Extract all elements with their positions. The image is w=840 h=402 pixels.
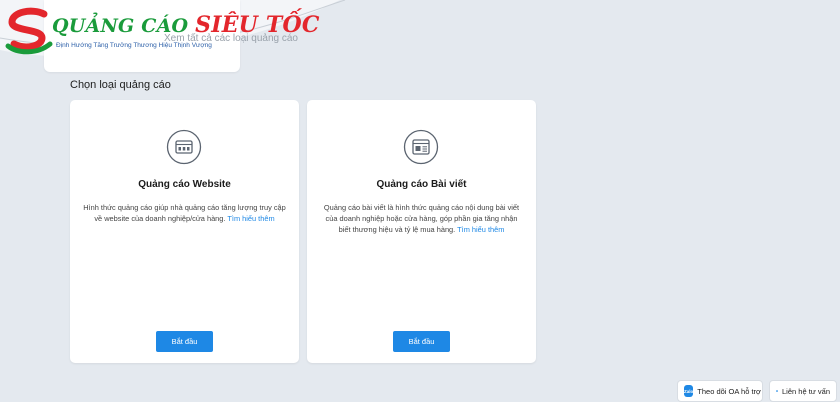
card-post-ads: Quảng cáo Bài viết Quảng cáo bài viết là… [307, 100, 536, 363]
logo-text: QUẢNG CÁO SIÊU TỐC [52, 12, 320, 38]
card-post-description: Quảng cáo bài viết là hình thức quảng cá… [319, 202, 524, 235]
card-post-title: Quảng cáo Bài viết [376, 179, 467, 190]
contact-consult-label: Liên hệ tư vấn [782, 386, 830, 396]
brand-logo: QUẢNG CÁO SIÊU TỐC Định Hướng Tăng Trưởn… [4, 6, 319, 58]
section-title: Chọn loại quảng cáo [70, 79, 171, 91]
card-post-learn-more-link[interactable]: Tìm hiểu thêm [457, 225, 504, 234]
logo-main-text: QUẢNG CÁO [52, 15, 189, 37]
card-website-title: Quảng cáo Website [138, 179, 231, 190]
card-website-ads: Quảng cáo Website Hình thức quảng cáo gi… [70, 100, 299, 363]
contact-consult-button[interactable]: Liên hệ tư vấn [769, 380, 837, 402]
zalo-oa-button[interactable]: Zalo Theo dõi OA hỗ trợ [677, 380, 763, 402]
card-website-start-button[interactable]: Bắt đầu [156, 331, 213, 352]
card-website-description: Hình thức quảng cáo giúp nhà quảng cáo t… [82, 202, 287, 224]
card-post-start-button[interactable]: Bắt đầu [393, 331, 450, 352]
headset-icon [776, 390, 778, 392]
card-website-learn-more-link[interactable]: Tìm hiểu thêm [227, 214, 274, 223]
article-icon [403, 129, 439, 165]
zalo-oa-label: Theo dõi OA hỗ trợ [697, 386, 761, 396]
logo-accent-text: SIÊU TỐC [195, 12, 320, 38]
website-icon [166, 129, 202, 165]
zalo-icon: Zalo [684, 385, 694, 397]
logo-s-icon [5, 7, 53, 55]
logo-slogan: Định Hướng Tăng Trưởng Thương Hiệu Thịnh… [56, 42, 212, 49]
